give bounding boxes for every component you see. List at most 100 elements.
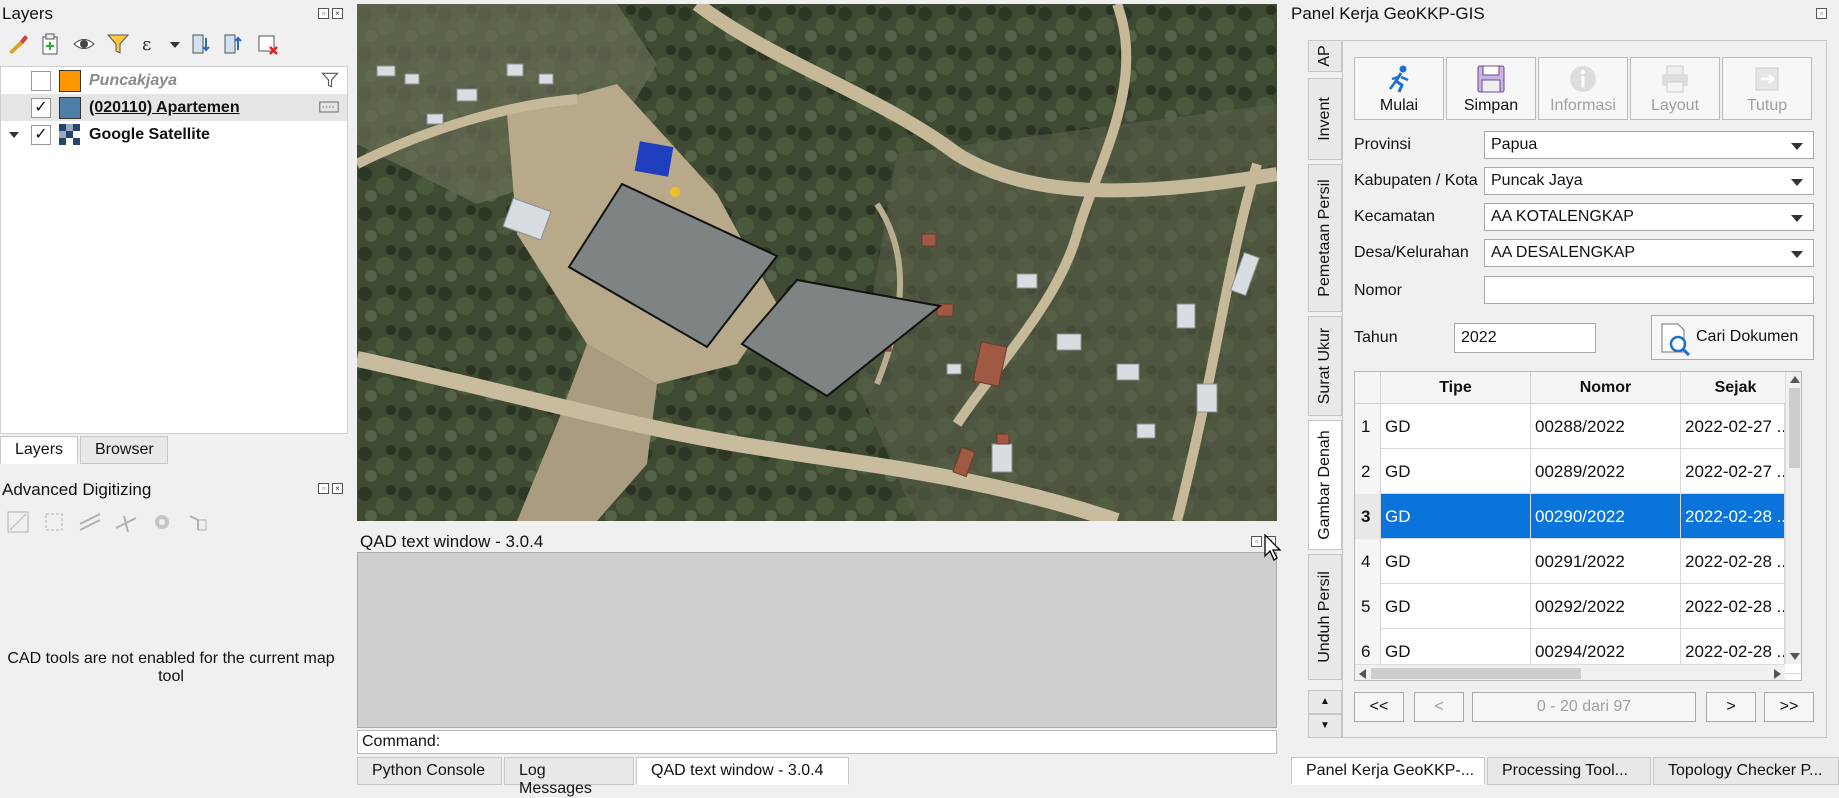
scrollbar-thumb[interactable] (1371, 668, 1581, 679)
informasi-button[interactable]: Informasi (1538, 57, 1628, 120)
tab-topology-checker[interactable]: Topology Checker P... (1653, 757, 1839, 785)
provinsi-label: Provinsi (1354, 136, 1411, 153)
cell-sejak: 2022-02-27 ... (1685, 449, 1785, 494)
add-group-icon[interactable] (38, 32, 62, 56)
tab-layers[interactable]: Layers (0, 436, 78, 464)
scroll-right-icon[interactable] (1774, 669, 1781, 679)
style-manager-icon[interactable] (6, 32, 30, 56)
expand-arrow-icon[interactable] (9, 131, 19, 138)
table-row[interactable]: 3 GD 00290/2022 2022-02-28 ... (1355, 494, 1801, 539)
table-row[interactable]: 5 GD 00292/2022 2022-02-28 ... (1355, 584, 1801, 629)
tab-log-messages[interactable]: Log Messages (504, 757, 634, 797)
close-icon[interactable]: × (332, 483, 343, 494)
layer-item[interactable]: ✓ Google Satellite (1, 121, 347, 148)
layer-item[interactable]: ✓ (020110) Apartemen (1, 94, 347, 121)
tab-unduh-persil[interactable]: Unduh Persil (1308, 554, 1342, 680)
float-icon[interactable]: ▫ (318, 8, 329, 19)
remove-layer-icon[interactable] (256, 32, 280, 56)
construction-icon[interactable] (42, 510, 66, 534)
layer-checkbox[interactable] (31, 70, 51, 91)
table-horizontal-scrollbar[interactable] (1355, 664, 1785, 680)
dock-buttons[interactable]: ▫ (1816, 8, 1827, 19)
chevron-down-icon[interactable] (170, 42, 180, 48)
dock-buttons[interactable]: ▫× (318, 8, 343, 19)
tab-browser[interactable]: Browser (80, 436, 168, 464)
tab-label: AP (1316, 45, 1333, 67)
tab-surat-ukur[interactable]: Surat Ukur (1308, 316, 1342, 416)
next-page-button[interactable]: > (1706, 692, 1756, 722)
dock-buttons[interactable]: ▫× (318, 483, 343, 494)
filter-icon[interactable] (321, 71, 339, 89)
tab-processing-toolbox[interactable]: Processing Tool... (1487, 757, 1651, 785)
kabupaten-select[interactable]: Puncak Jaya (1484, 167, 1814, 195)
tab-ap[interactable]: AP (1308, 40, 1342, 72)
close-icon[interactable]: × (332, 8, 343, 19)
parallel-icon[interactable] (78, 510, 102, 534)
qad-output-area[interactable] (357, 552, 1277, 728)
column-header-tipe[interactable]: Tipe (1381, 372, 1531, 404)
table-row[interactable]: 2 GD 00289/2022 2022-02-27 ... (1355, 449, 1801, 494)
cell-sejak: 2022-02-27 ... (1685, 404, 1785, 449)
simpan-button[interactable]: Simpan (1446, 57, 1536, 120)
cad-message: CAD tools are not enabled for the curren… (7, 650, 335, 685)
map-canvas[interactable] (357, 4, 1277, 521)
nomor-input[interactable] (1484, 276, 1814, 304)
scroll-up-icon[interactable] (1790, 376, 1800, 383)
floating-panel-icon[interactable] (186, 510, 210, 534)
desa-select[interactable]: AA DESALENGKAP (1484, 239, 1814, 267)
layer-checkbox[interactable]: ✓ (31, 97, 51, 118)
column-header-sejak[interactable]: Sejak (1681, 372, 1791, 404)
cad-enable-icon[interactable] (6, 510, 30, 534)
svg-text:ε: ε (142, 34, 151, 55)
tutup-button[interactable]: Tutup (1722, 57, 1812, 120)
scrollbar-thumb[interactable] (1789, 388, 1800, 468)
table-corner (1355, 372, 1381, 404)
first-page-button[interactable]: << (1354, 692, 1404, 722)
table-row[interactable]: 4 GD 00291/2022 2022-02-28 ... (1355, 539, 1801, 584)
tab-panel-kerja[interactable]: Panel Kerja GeoKKP-... (1291, 757, 1485, 785)
expand-all-icon[interactable] (190, 32, 214, 56)
tab-gambar-denah[interactable]: Gambar Denah (1308, 420, 1342, 550)
cari-dokumen-button[interactable]: Cari Dokumen (1651, 315, 1814, 360)
desa-value: AA DESALENGKAP (1491, 244, 1636, 261)
layer-item[interactable]: Puncakjaya (1, 67, 347, 94)
column-header-nomor[interactable]: Nomor (1531, 372, 1681, 404)
layout-button[interactable]: Layout (1630, 57, 1720, 120)
expression-filter-icon[interactable]: ε (140, 32, 164, 56)
settings-gear-icon[interactable] (150, 510, 174, 534)
tab-label: Unduh Persil (1316, 571, 1333, 663)
kecamatan-label: Kecamatan (1354, 208, 1435, 225)
scroll-tabs-up-button[interactable]: ▲ (1308, 690, 1342, 714)
cell-sejak: 2022-02-28 ... (1685, 584, 1785, 629)
tab-invent[interactable]: Invent (1308, 78, 1342, 160)
simpan-label: Simpan (1463, 97, 1519, 114)
scroll-tabs-down-button[interactable]: ▼ (1308, 714, 1342, 738)
layers-panel-title: Layers (2, 4, 54, 23)
provinsi-select[interactable]: Papua (1484, 131, 1814, 159)
kecamatan-select[interactable]: AA KOTALENGKAP (1484, 203, 1814, 231)
cell-tipe: GD (1385, 584, 1531, 629)
table-vertical-scrollbar[interactable] (1785, 372, 1801, 664)
layer-swatch (59, 69, 81, 92)
qad-command-line[interactable]: Command: (357, 730, 1277, 754)
tab-python-console[interactable]: Python Console (357, 757, 502, 785)
tahun-input[interactable]: 2022 (1454, 323, 1596, 353)
collapse-all-icon[interactable] (222, 32, 246, 56)
perpendicular-icon[interactable] (114, 510, 138, 534)
document-table[interactable]: Tipe Nomor Sejak 1 GD 00288/2022 2022-02-27… (1354, 371, 1802, 681)
mulai-button[interactable]: Mulai (1354, 57, 1444, 120)
layer-checkbox[interactable]: ✓ (31, 124, 51, 145)
prev-page-button[interactable]: < (1414, 692, 1464, 722)
tab-qad-text-window[interactable]: QAD text window - 3.0.4 (636, 757, 849, 785)
filter-icon[interactable] (106, 32, 130, 56)
float-icon[interactable]: ▫ (1251, 536, 1262, 547)
scroll-left-icon[interactable] (1359, 669, 1366, 679)
float-icon[interactable]: ▫ (1816, 8, 1827, 19)
table-row[interactable]: 1 GD 00288/2022 2022-02-27 ... (1355, 404, 1801, 449)
eye-icon[interactable] (72, 32, 96, 56)
float-icon[interactable]: ▫ (318, 483, 329, 494)
provinsi-value: Papua (1491, 136, 1538, 153)
tab-pemetaan-persil[interactable]: Pemetaan Persil (1308, 164, 1342, 312)
last-page-button[interactable]: >> (1764, 692, 1814, 722)
scroll-down-icon[interactable] (1790, 653, 1800, 660)
